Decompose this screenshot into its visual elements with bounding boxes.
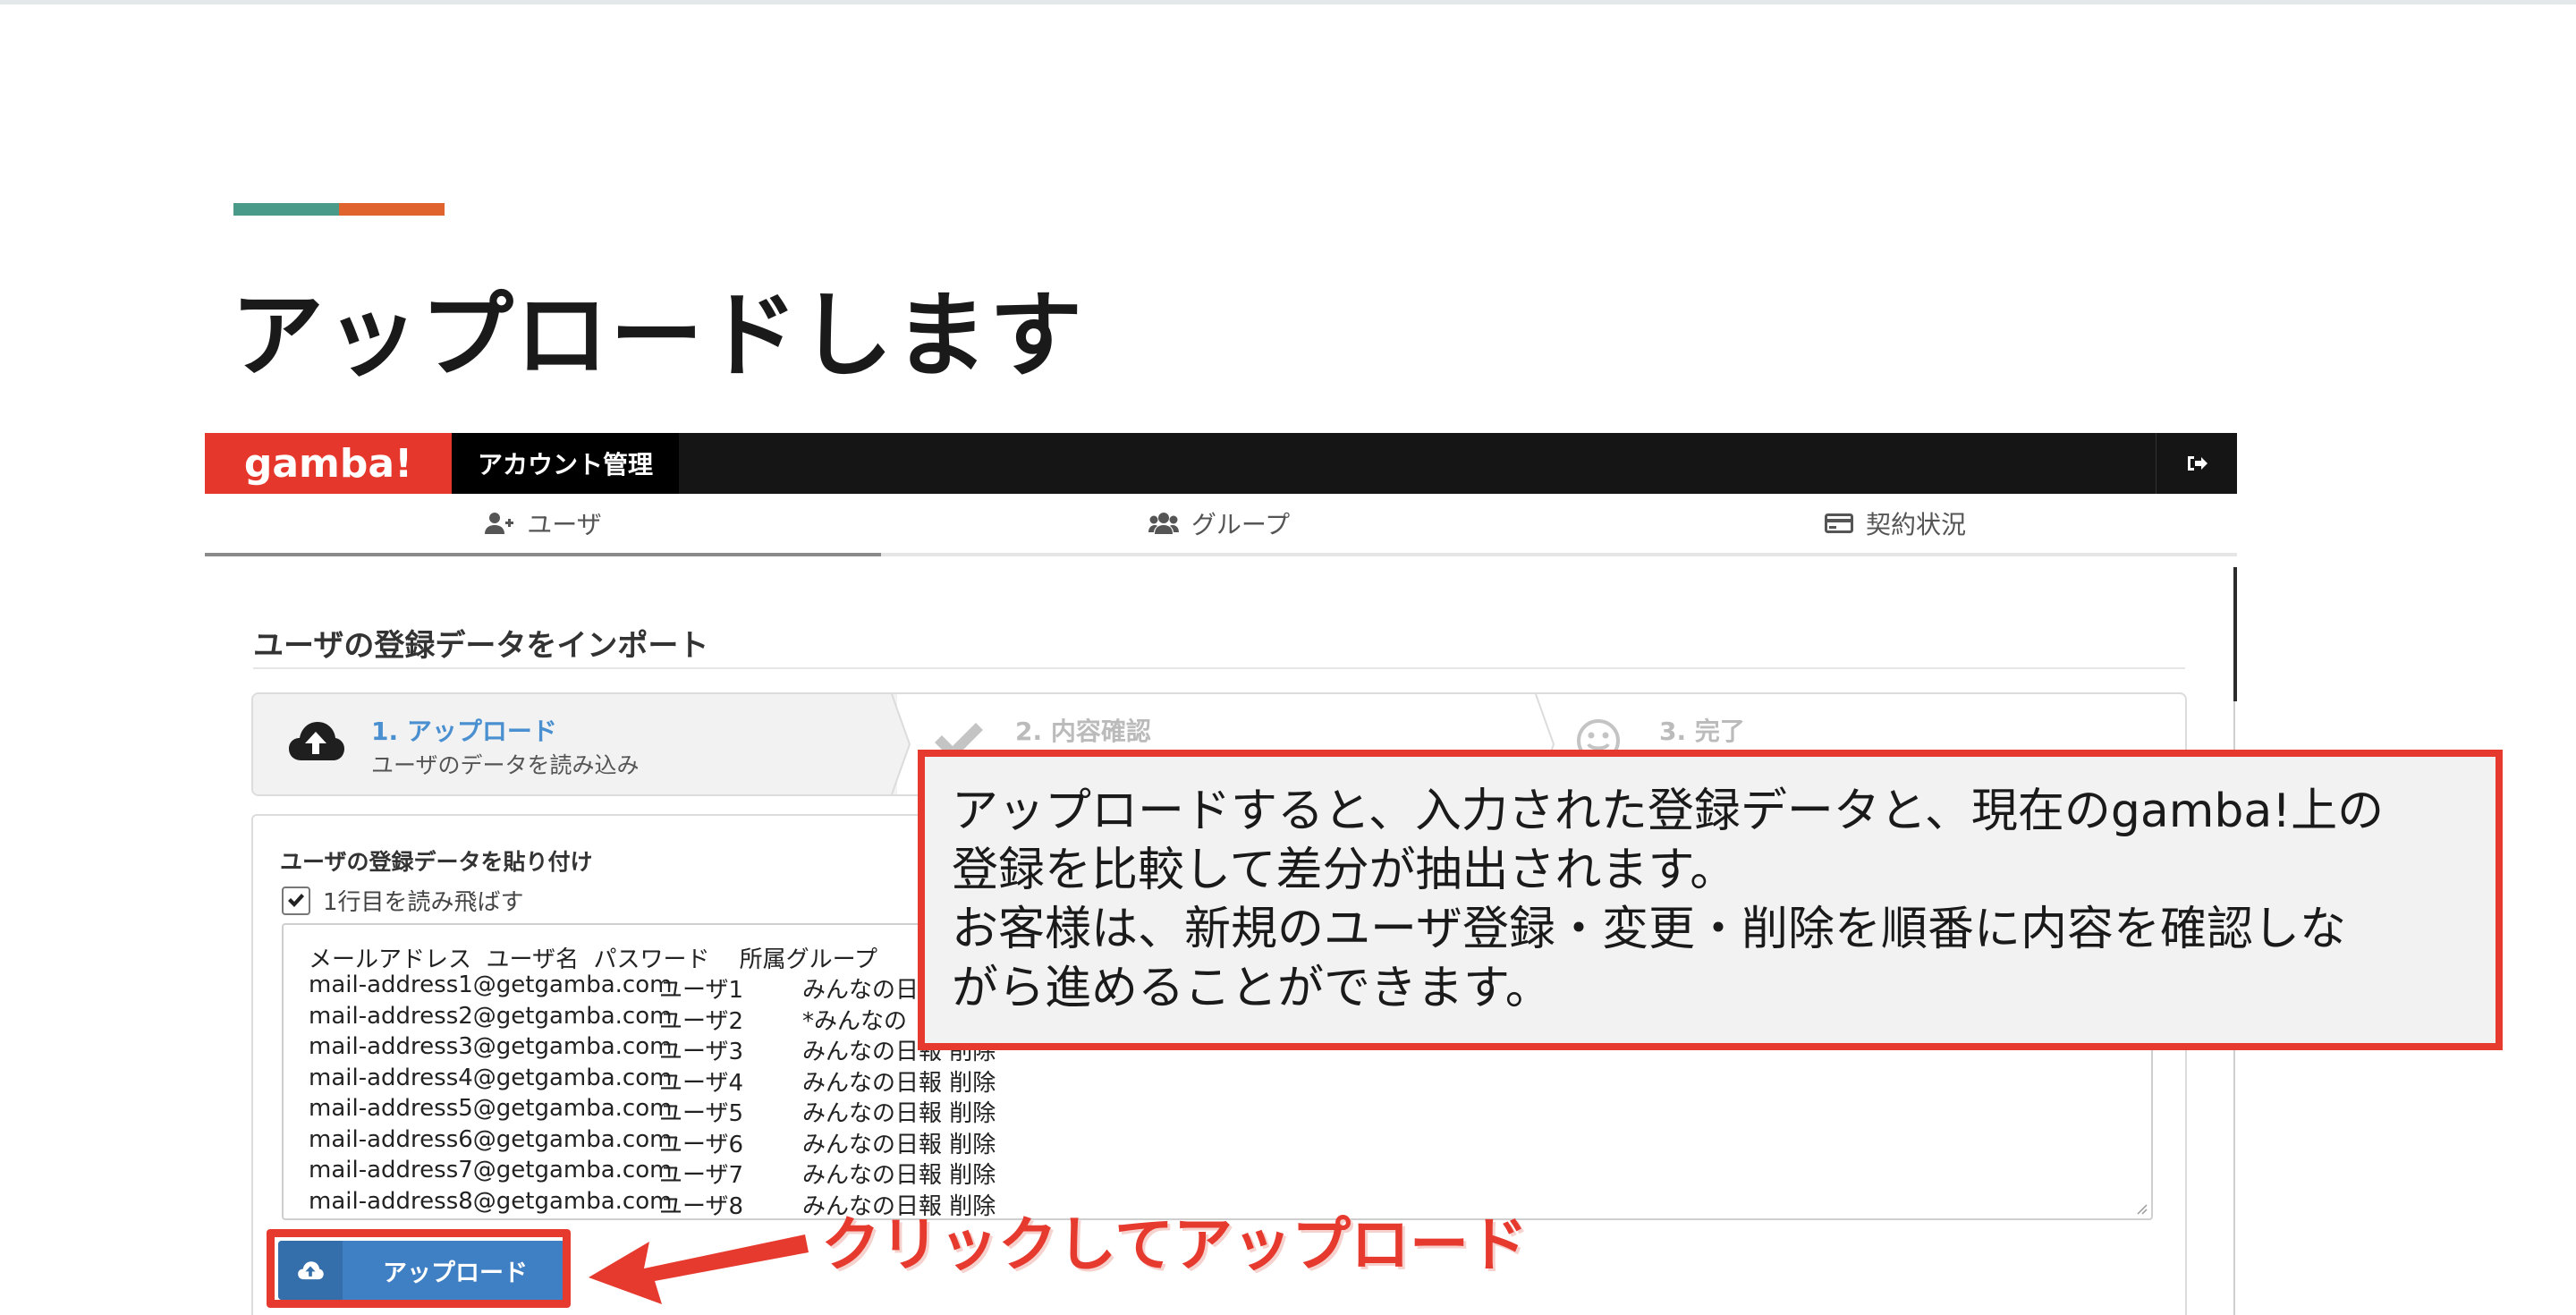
tab-label: グループ (1191, 510, 1291, 539)
step-title: 1. アップロード (371, 717, 557, 746)
username-cell: ユーザ4 (659, 1069, 744, 1097)
title-accent-bar (233, 203, 445, 216)
tab-contract-status[interactable]: 契約状況 (1557, 494, 2233, 553)
skip-first-row-option[interactable]: 1行目を読み飛ばす (282, 884, 524, 917)
app-header: gamba! アカウント管理 (205, 433, 2237, 494)
scrollbar-thumb[interactable] (2233, 567, 2237, 701)
slide-title: アップロードします (231, 281, 1085, 390)
email-cell: mail-address2@getgamba.com (309, 1002, 673, 1030)
username-cell: ユーザ3 (659, 1039, 744, 1065)
email-cell: mail-address1@getgamba.com (309, 971, 673, 998)
pointer-arrow (589, 1234, 809, 1304)
checkmark-icon (288, 893, 304, 907)
callout-line: 登録を比較して差分が抽出されます。 (952, 844, 1737, 897)
account-management-tab[interactable]: アカウント管理 (452, 433, 679, 494)
email-cell: mail-address8@getgamba.com (309, 1187, 673, 1215)
username-cell: ユーザ5 (659, 1100, 744, 1127)
click-to-upload-hint: クリックしてアップロード (821, 1210, 1529, 1279)
step-subtitle: ユーザのデータを読み込み (371, 752, 640, 778)
skip-first-row-checkbox[interactable] (282, 886, 310, 915)
logout-button[interactable] (2156, 433, 2237, 494)
callout-line: アップロードすると、入力された登録データと、現在のgamba!上の (952, 785, 2385, 838)
section-divider (253, 667, 2185, 669)
tab-users[interactable]: ユーザ (205, 494, 881, 556)
group-cell: *みんなの (802, 1007, 908, 1035)
explanation-callout: アップロードすると、入力された登録データと、現在のgamba!上の 登録を比較し… (918, 750, 2503, 1050)
accent-segment-orange (339, 203, 445, 216)
accent-segment-teal (233, 203, 339, 216)
users-icon (1148, 512, 1179, 535)
paste-label: ユーザの登録データを貼り付け (280, 849, 593, 875)
section-title: ユーザの登録データをインポート (253, 628, 709, 664)
email-cell: mail-address7@getgamba.com (309, 1157, 673, 1184)
gamba-logo[interactable]: gamba! (205, 433, 452, 494)
upload-highlight-box (267, 1229, 571, 1308)
username-cell: ユーザ1 (659, 977, 744, 1004)
group-cell: みんなの日報 削除 (802, 1100, 996, 1127)
skip-first-row-label: 1行目を読み飛ばす (323, 889, 524, 916)
step-title: 3. 完了 (1659, 717, 1745, 746)
email-cell: mail-address6@getgamba.com (309, 1125, 673, 1153)
group-cell: みんなの日報 削除 (802, 1069, 996, 1097)
resize-grip-icon[interactable] (2133, 1200, 2148, 1215)
group-cell: みんなの日報 削除 (802, 1131, 996, 1158)
email-cell: mail-address3@getgamba.com (309, 1033, 673, 1060)
top-rule (0, 0, 2576, 4)
user-plus-icon (484, 512, 514, 535)
email-cell: mail-address4@getgamba.com (309, 1064, 673, 1091)
cloud-upload-icon (287, 717, 344, 768)
nav-tabs: ユーザ グループ 契約状況 (205, 494, 2237, 556)
credit-card-icon (1824, 513, 1853, 534)
textarea-header-line: メールアドレス ユーザ名 パスワード 所属グループ (309, 946, 878, 973)
tab-label: ユーザ (527, 510, 602, 539)
tab-groups[interactable]: グループ (881, 494, 1557, 553)
step-upload: 1. アップロード ユーザのデータを読み込み (253, 694, 897, 794)
callout-line: がら進めることができます。 (952, 962, 1552, 1015)
tab-label: 契約状況 (1865, 510, 1966, 539)
callout-line: お客様は、新規のユーザ登録・変更・削除を順番に内容を確認しな (952, 903, 2346, 956)
step-title: 2. 内容確認 (1015, 717, 1151, 746)
email-cell: mail-address5@getgamba.com (309, 1095, 673, 1122)
group-cell: みんなの日報 削除 (802, 1162, 996, 1189)
username-cell: ユーザ7 (659, 1162, 744, 1189)
group-cell: みんなの日 (802, 977, 919, 1004)
sign-out-icon (2188, 456, 2207, 471)
username-cell: ユーザ6 (659, 1131, 744, 1158)
username-cell: ユーザ2 (659, 1007, 744, 1035)
